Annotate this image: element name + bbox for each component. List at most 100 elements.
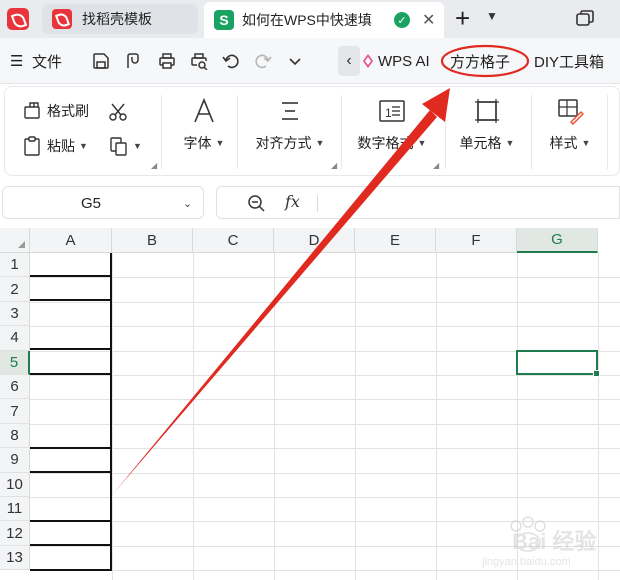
tab-fangfang-gezi[interactable]: 方方格子 xyxy=(450,38,510,84)
cell-border xyxy=(30,520,112,522)
paste-icon xyxy=(24,136,40,156)
paste-label: 粘贴 xyxy=(47,138,75,154)
name-box[interactable]: G5 ⌄ xyxy=(2,186,204,219)
new-tab-button[interactable]: + xyxy=(455,5,470,31)
ribbon: 格式刷 粘贴 ▼ ▼ ◢ 字体 ▼ 对齐方式 ▼ ◢ 1 数字格式 ▼ ◢ 单元… xyxy=(4,86,620,176)
more-chevron-icon[interactable] xyxy=(286,52,304,70)
group-label: 字体 xyxy=(183,135,212,151)
zoom-in-icon[interactable] xyxy=(247,194,265,212)
style-group-button[interactable]: 样式 ▼ xyxy=(541,97,599,153)
row-header-5[interactable]: 5 xyxy=(0,350,30,375)
cell-border xyxy=(30,348,112,350)
column-header-B[interactable]: B xyxy=(112,228,193,253)
tab-diy-toolbox[interactable]: DIY工具箱 xyxy=(534,38,604,84)
chevron-down-icon: ▼ xyxy=(79,141,88,151)
number-format-group-button[interactable]: 1 数字格式 ▼ xyxy=(351,97,433,153)
row-header-9[interactable]: 9 xyxy=(0,448,30,473)
name-box-value: G5 xyxy=(81,195,102,212)
tab-template[interactable]: 找稻壳模板 xyxy=(42,4,198,34)
chevron-down-icon: ▼ xyxy=(215,138,225,148)
row-header-3[interactable]: 3 xyxy=(0,301,30,327)
format-painter-icon xyxy=(24,102,40,119)
dialog-launcher-icon[interactable]: ◢ xyxy=(331,161,337,170)
scissors-icon[interactable] xyxy=(107,101,129,123)
save-icon[interactable] xyxy=(92,52,110,70)
row-header-4[interactable]: 4 xyxy=(0,326,30,351)
alignment-group-button[interactable]: 对齐方式 ▼ xyxy=(249,97,331,153)
print-icon[interactable] xyxy=(158,52,176,70)
group-label: 单元格 xyxy=(459,135,502,151)
grid-line xyxy=(30,472,620,474)
cell-border xyxy=(30,447,112,449)
column-header-E[interactable]: E xyxy=(355,228,436,253)
chevron-down-icon[interactable]: ⌄ xyxy=(183,197,192,210)
group-label: 数字格式 xyxy=(357,135,414,151)
cell-border xyxy=(30,569,112,571)
function-fx-icon[interactable]: fx xyxy=(285,192,300,211)
tab-bar: 找稻壳模板 S 如何在WPS中快速填 ✓ ✕ + ▼ xyxy=(0,0,620,38)
row-header-12[interactable]: 12 xyxy=(0,521,30,546)
font-a-icon xyxy=(194,97,214,123)
cell-border xyxy=(30,275,112,277)
row-header-10[interactable]: 10 xyxy=(0,472,30,497)
dialog-launcher-icon[interactable]: ◢ xyxy=(151,161,157,170)
wps-ai-logo-icon xyxy=(363,54,373,68)
grid-line xyxy=(30,423,620,425)
chevron-down-icon[interactable]: ▼ xyxy=(486,9,498,23)
docer-logo-icon xyxy=(52,9,72,29)
grid-line xyxy=(30,301,620,303)
grid-line xyxy=(30,448,620,450)
baidu-jingyan-watermark: Bai 经验 jingyan.baidu.com xyxy=(478,512,618,576)
scroll-left-button[interactable]: ‹ xyxy=(338,46,360,76)
cell-group-button[interactable]: 单元格 ▼ xyxy=(455,97,519,153)
column-header-G[interactable]: G xyxy=(517,228,598,253)
format-painter-button[interactable]: 格式刷 xyxy=(23,101,89,121)
row-header-11[interactable]: 11 xyxy=(0,497,30,522)
column-header-F[interactable]: F xyxy=(436,228,517,253)
file-menu[interactable]: 文件 xyxy=(32,38,62,84)
formula-bar[interactable]: fx xyxy=(216,186,620,219)
row-header-8[interactable]: 8 xyxy=(0,423,30,449)
export-icon[interactable] xyxy=(124,52,142,70)
tab-wps-ai[interactable]: WPS AI xyxy=(362,38,430,84)
column-header-C[interactable]: C xyxy=(193,228,274,253)
grid-line xyxy=(30,326,620,328)
align-icon xyxy=(282,102,298,120)
paste-button[interactable]: 粘贴 ▼ xyxy=(23,135,88,157)
cell-border xyxy=(30,373,112,375)
chevron-down-icon: ▼ xyxy=(581,138,591,148)
undo-icon[interactable] xyxy=(222,52,240,70)
tab-label: WPS AI xyxy=(378,52,430,70)
chevron-down-icon: ▼ xyxy=(315,138,325,148)
tab-document[interactable]: S 如何在WPS中快速填 ✓ ✕ xyxy=(204,2,444,38)
select-all-corner[interactable] xyxy=(0,228,30,253)
dialog-launcher-icon[interactable]: ◢ xyxy=(433,161,439,170)
format-painter-label: 格式刷 xyxy=(47,103,89,119)
row-header-6[interactable]: 6 xyxy=(0,375,30,400)
chevron-down-icon: ▼ xyxy=(133,141,142,151)
row-header-13[interactable]: 13 xyxy=(0,545,30,571)
cell-border xyxy=(30,299,112,301)
home-tab[interactable] xyxy=(0,2,36,36)
close-icon[interactable]: ✕ xyxy=(422,10,435,30)
style-brush-icon xyxy=(558,99,584,125)
row-header-7[interactable]: 7 xyxy=(0,399,30,424)
redo-icon[interactable] xyxy=(254,52,272,70)
number-format-icon: 1 xyxy=(379,100,405,122)
row-header-1[interactable]: 1 xyxy=(0,253,30,278)
grid-line xyxy=(30,399,620,401)
watermark-text: Bai 经验 xyxy=(512,529,597,554)
svg-text:1: 1 xyxy=(385,106,392,120)
copy-button[interactable]: ▼ xyxy=(109,135,142,157)
column-header-A[interactable]: A xyxy=(30,228,112,253)
watermark-subtext: jingyan.baidu.com xyxy=(482,556,571,568)
hamburger-icon[interactable]: ☰ xyxy=(10,38,23,84)
restore-window-icon[interactable] xyxy=(576,10,594,26)
column-header-D[interactable]: D xyxy=(274,228,355,253)
group-label: 对齐方式 xyxy=(255,135,312,151)
selected-cell-G5[interactable] xyxy=(516,350,600,377)
wps-logo-icon xyxy=(7,8,29,30)
row-header-2[interactable]: 2 xyxy=(0,277,30,302)
print-preview-icon[interactable] xyxy=(190,52,208,70)
font-group-button[interactable]: 字体 ▼ xyxy=(173,97,235,153)
